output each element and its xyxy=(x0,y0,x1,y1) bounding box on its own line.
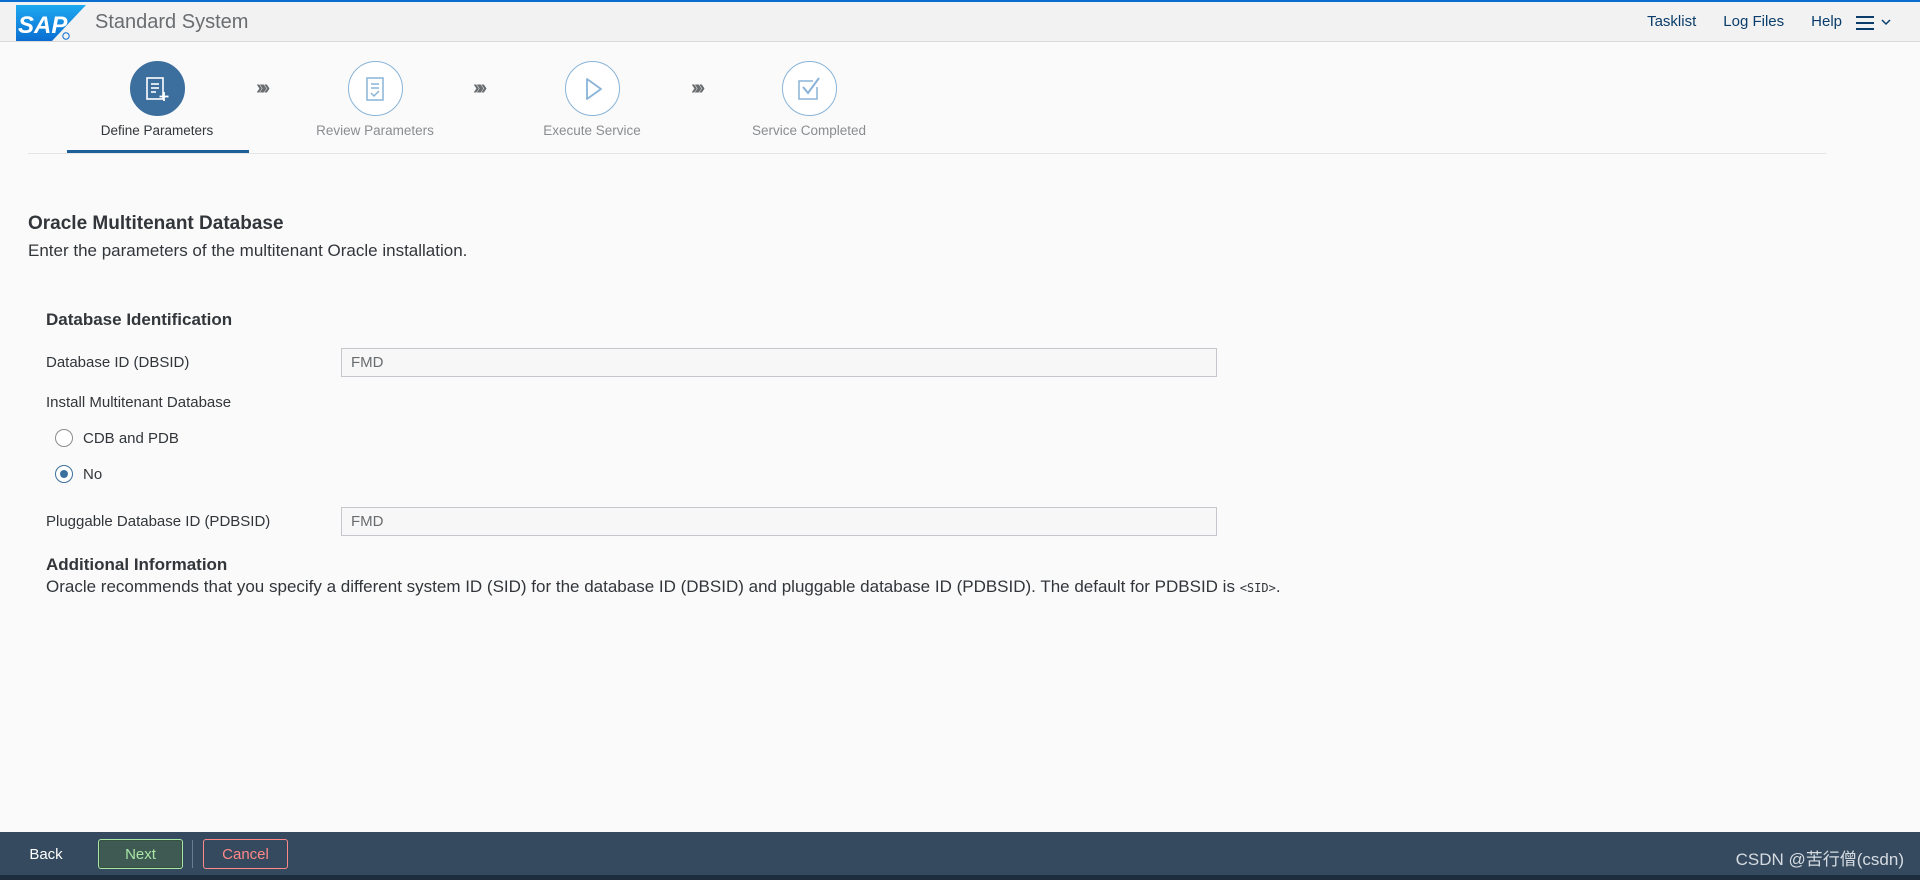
back-button[interactable]: Back xyxy=(18,839,74,869)
step-review-parameters[interactable]: Review Parameters xyxy=(285,61,465,138)
step-separator: »» xyxy=(473,77,488,99)
checklist-document-icon xyxy=(347,61,403,116)
svg-text:SAP: SAP xyxy=(18,12,68,39)
checkbox-icon xyxy=(781,61,837,116)
radio-label: CDB and PDB xyxy=(83,429,179,447)
tasklist-link[interactable]: Tasklist xyxy=(1647,13,1696,30)
dbsid-field[interactable] xyxy=(341,348,1217,377)
radio-no[interactable]: No xyxy=(55,465,102,483)
pdbsid-field[interactable] xyxy=(341,507,1217,536)
watermark: CSDN @苦行僧(csdn) xyxy=(1735,850,1904,869)
section-title: Database Identification xyxy=(46,310,233,329)
step-label: Define Parameters xyxy=(100,123,214,138)
shell-bar: SAP Standard System Tasklist Log Files H… xyxy=(0,0,1920,42)
info-text-body: Oracle recommends that you specify a dif… xyxy=(46,577,1240,596)
shell-links: Tasklist Log Files Help xyxy=(1647,13,1842,30)
info-suffix: . xyxy=(1275,577,1281,596)
hamburger-menu-icon[interactable] xyxy=(1854,12,1898,34)
radio-selected-dot xyxy=(60,470,68,478)
radio-label: No xyxy=(83,465,103,483)
step-service-completed[interactable]: Service Completed xyxy=(719,61,899,138)
step-separator: »» xyxy=(256,77,271,99)
step-define-parameters[interactable]: Define Parameters xyxy=(67,61,247,138)
play-icon xyxy=(564,61,620,116)
radio-cdb-and-pdb[interactable]: CDB and PDB xyxy=(55,429,179,447)
radio-button[interactable] xyxy=(55,429,73,447)
step-execute-service[interactable]: Execute Service xyxy=(502,61,682,138)
cancel-button[interactable]: Cancel xyxy=(203,839,288,869)
edit-list-icon xyxy=(129,61,185,116)
step-label: Execute Service xyxy=(543,123,641,138)
additional-info-title: Additional Information xyxy=(46,555,228,574)
wizard-progress: Define Parameters »» Review Parameters »… xyxy=(28,42,1826,154)
app-title: Standard System xyxy=(95,11,249,33)
active-step-indicator xyxy=(67,150,249,153)
log-files-link[interactable]: Log Files xyxy=(1723,13,1784,30)
help-link[interactable]: Help xyxy=(1811,13,1842,30)
step-label: Review Parameters xyxy=(316,123,434,138)
footer-separator xyxy=(192,840,193,868)
multitenant-label: Install Multitenant Database xyxy=(46,394,232,411)
step-separator: »» xyxy=(691,77,706,99)
info-code: <SID> xyxy=(1239,581,1276,595)
dbsid-label: Database ID (DBSID) xyxy=(46,354,190,371)
next-button[interactable]: Next xyxy=(98,839,183,869)
footer-toolbar: Back Next Cancel CSDN @苦行僧(csdn) xyxy=(0,832,1920,880)
pdbsid-label: Pluggable Database ID (PDBSID) xyxy=(46,513,271,530)
additional-info-text: Oracle recommends that you specify a dif… xyxy=(46,577,1281,597)
radio-button[interactable] xyxy=(55,465,73,483)
page-heading: Oracle Multitenant Database xyxy=(28,213,284,234)
step-label: Service Completed xyxy=(751,123,867,138)
page-description: Enter the parameters of the multitenant … xyxy=(28,241,468,260)
sap-logo: SAP xyxy=(16,5,86,41)
